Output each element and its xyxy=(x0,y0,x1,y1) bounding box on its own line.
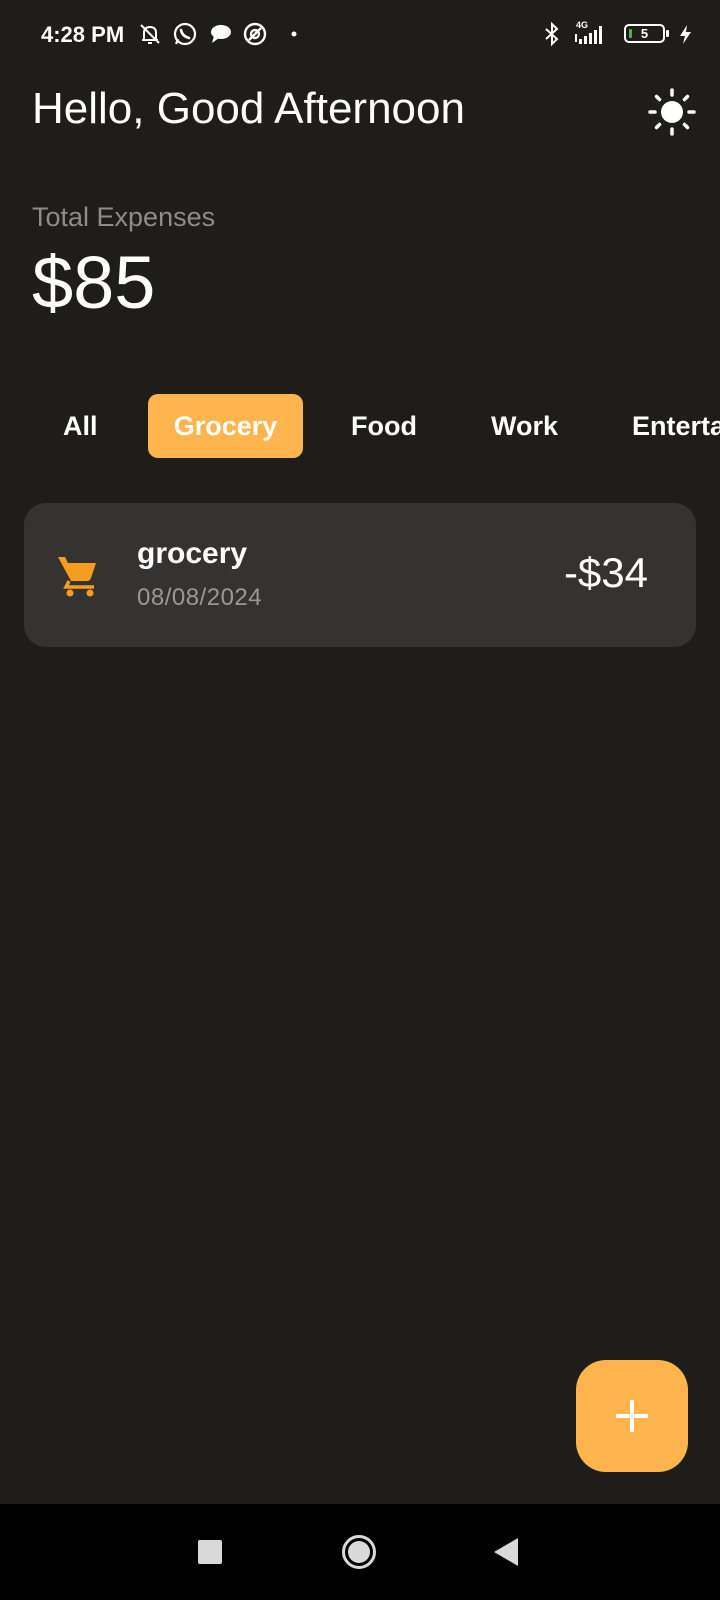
battery-level: 5 xyxy=(640,26,649,41)
tab-entertainment[interactable]: Enterta xyxy=(632,394,720,458)
status-bar: 4:28 PM 4G 5 xyxy=(0,0,720,70)
battery-icon: 5 xyxy=(624,24,665,43)
recents-icon[interactable] xyxy=(198,1540,222,1564)
network-type: 4G xyxy=(576,20,588,30)
plus-icon xyxy=(616,1400,648,1432)
chat-icon xyxy=(211,25,231,43)
transaction-title: grocery xyxy=(137,537,248,570)
transaction-card[interactable]: grocery 08/08/2024 -$34 xyxy=(24,503,696,647)
sun-icon[interactable] xyxy=(648,88,696,136)
home-icon[interactable] xyxy=(341,1534,377,1570)
total-expenses-value: $85 xyxy=(32,241,156,324)
back-icon[interactable] xyxy=(494,1538,518,1566)
category-tabs: All Grocery Food Work Enterta xyxy=(0,394,720,460)
greeting-title: Hello, Good Afternoon xyxy=(32,84,465,133)
whatsapp-icon xyxy=(173,22,197,46)
transaction-amount: -$34 xyxy=(563,549,648,596)
battery-tip xyxy=(666,30,669,37)
charging-icon xyxy=(680,25,691,44)
tab-all[interactable]: All xyxy=(63,394,98,458)
notifications-off-icon xyxy=(140,24,160,44)
add-expense-button[interactable] xyxy=(576,1360,688,1472)
total-expenses-label: Total Expenses xyxy=(32,202,216,232)
system-nav-bar xyxy=(0,1504,720,1600)
tab-work[interactable]: Work xyxy=(491,394,558,458)
dot-icon xyxy=(291,31,297,37)
signal-icon: 4G xyxy=(575,20,602,44)
bluetooth-icon xyxy=(545,21,559,47)
cart-icon xyxy=(58,557,96,597)
transaction-date: 08/08/2024 xyxy=(137,584,263,611)
tab-food[interactable]: Food xyxy=(351,394,417,458)
app-icon xyxy=(243,22,267,46)
status-time: 4:28 PM xyxy=(41,22,125,47)
tab-grocery[interactable]: Grocery xyxy=(148,394,303,458)
